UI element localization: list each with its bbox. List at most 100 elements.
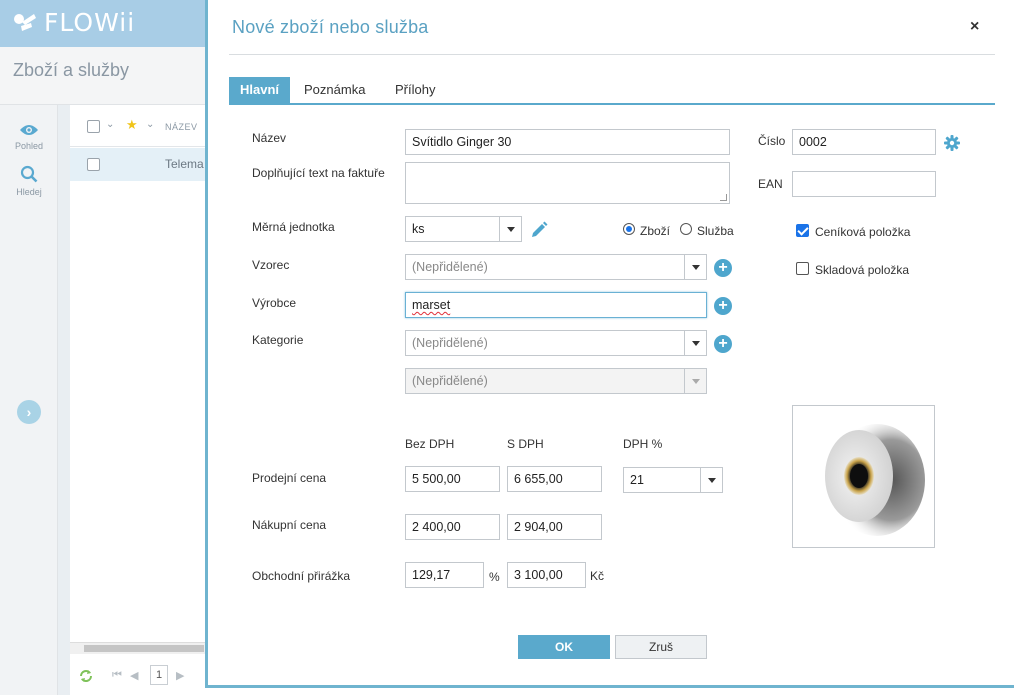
cancel-button[interactable]: Zruš [615, 635, 707, 659]
chevron-down-icon[interactable]: ⌄ [146, 119, 155, 130]
purchase-price-no-vat-input[interactable]: 2 400,00 [405, 514, 500, 540]
name-input[interactable]: Svítidlo Ginger 30 [405, 129, 730, 155]
tab-bar: Hlavní Poznámka Přílohy [229, 77, 995, 105]
close-icon[interactable]: × [970, 18, 979, 36]
star-icon[interactable]: ★ [126, 117, 138, 133]
chevron-down-icon [708, 478, 716, 483]
markup-amount-input[interactable]: 3 100,00 [507, 562, 586, 588]
column-no-vat-header: Bez DPH [405, 437, 455, 451]
chevron-right-icon: › [26, 404, 32, 420]
ok-button[interactable]: OK [518, 635, 610, 659]
rail-item-search[interactable]: Hledej [0, 165, 58, 197]
add-maker-button[interactable]: + [714, 297, 732, 315]
unit-dropdown-button[interactable] [499, 217, 521, 241]
brand-name: FLOWii [44, 8, 136, 37]
maker-input[interactable]: marset [405, 292, 707, 318]
tab-attachments[interactable]: Přílohy [395, 77, 435, 103]
left-rail: Pohled Hledej › [0, 105, 58, 695]
plus-icon: + [718, 259, 728, 276]
chevron-down-icon[interactable]: ⌄ [106, 119, 115, 130]
vat-pct-value: 21 [630, 473, 644, 487]
scrollbar-thumb[interactable] [84, 645, 204, 652]
select-all-checkbox[interactable] [87, 120, 100, 133]
name-label: Název [252, 131, 287, 145]
plus-icon: + [718, 335, 728, 352]
page-title: Zboží a služby [13, 60, 130, 80]
pricelist-item-checkbox[interactable] [796, 224, 809, 237]
column-with-vat-header: S DPH [507, 437, 544, 451]
tab-note[interactable]: Poznámka [304, 77, 365, 103]
product-photo [793, 406, 934, 547]
page-number[interactable]: 1 [150, 665, 168, 685]
vat-pct-dropdown-button[interactable] [700, 468, 722, 492]
next-page-icon[interactable]: ▶ [176, 669, 184, 682]
row-checkbox[interactable] [87, 158, 100, 171]
first-page-icon[interactable]: ⏮ [112, 669, 122, 682]
maker-label: Výrobce [252, 296, 297, 310]
formula-label: Vzorec [252, 258, 290, 272]
stock-item-checkbox[interactable] [796, 262, 809, 275]
type-service-label[interactable]: Služba [697, 224, 734, 238]
refresh-icon[interactable] [78, 668, 94, 684]
chevron-down-icon [692, 265, 700, 270]
divider [229, 54, 995, 55]
category-select[interactable]: (Nepřidělené) [405, 330, 707, 356]
pencil-icon[interactable] [529, 220, 549, 240]
vat-pct-select[interactable]: 21 [623, 467, 723, 493]
markup-currency: Kč [590, 569, 605, 583]
extra-text-label: Doplňující text na faktuře [252, 166, 385, 180]
number-label: Číslo [758, 134, 786, 148]
formula-select[interactable]: (Nepřidělené) [405, 254, 707, 280]
number-input[interactable]: 0002 [792, 129, 936, 155]
column-header-name[interactable]: NÁZEV [165, 122, 198, 132]
subcategory-dropdown-button [684, 369, 706, 393]
add-category-button[interactable]: + [714, 335, 732, 353]
chevron-down-icon [692, 341, 700, 346]
markup-pct-unit: % [489, 570, 500, 584]
stock-item-label[interactable]: Skladová položka [815, 263, 909, 277]
expand-rail-button[interactable]: › [17, 400, 41, 424]
search-icon [20, 165, 38, 183]
previous-page-icon[interactable]: ◀ [130, 669, 138, 682]
rail-item-label: Hledej [16, 187, 42, 197]
sale-price-with-vat-input[interactable]: 6 655,00 [507, 466, 602, 492]
markup-pct-input[interactable]: 129,17 [405, 562, 484, 588]
category-dropdown-button[interactable] [684, 331, 706, 355]
row-name: Telema [165, 157, 204, 171]
purchase-price-with-vat-input[interactable]: 2 904,00 [507, 514, 602, 540]
sale-price-no-vat-input[interactable]: 5 500,00 [405, 466, 500, 492]
subcategory-value: (Nepřidělené) [412, 374, 488, 388]
sale-price-label: Prodejní cena [252, 471, 327, 485]
type-goods-radio[interactable] [623, 223, 635, 235]
column-vat-pct-header: DPH % [623, 437, 663, 451]
product-image[interactable] [792, 405, 935, 548]
dialog-title: Nové zboží nebo služba [232, 17, 429, 37]
purchase-price-label: Nákupní cena [252, 518, 327, 532]
new-item-dialog: Nové zboží nebo služba × Hlavní Poznámka… [205, 0, 1014, 688]
extra-text-textarea[interactable] [405, 162, 730, 204]
category-value: (Nepřidělené) [412, 336, 488, 350]
type-goods-label[interactable]: Zboží [640, 224, 670, 238]
pricelist-item-label[interactable]: Ceníková položka [815, 225, 910, 239]
chevron-down-icon [692, 379, 700, 384]
rail-item-view[interactable]: Pohled [0, 123, 58, 151]
formula-value: (Nepřidělené) [412, 260, 488, 274]
subcategory-select: (Nepřidělené) [405, 368, 707, 394]
type-service-radio[interactable] [680, 223, 692, 235]
add-formula-button[interactable]: + [714, 259, 732, 277]
flowii-logo-icon [14, 13, 36, 31]
formula-dropdown-button[interactable] [684, 255, 706, 279]
chevron-down-icon [507, 227, 515, 232]
unit-select[interactable]: ks [405, 216, 522, 242]
tab-main[interactable]: Hlavní [229, 77, 290, 103]
rail-item-label: Pohled [14, 141, 44, 151]
ean-input[interactable] [792, 171, 936, 197]
unit-value: ks [412, 222, 425, 236]
maker-value: marset [412, 298, 451, 312]
unit-label: Měrná jednotka [252, 220, 335, 234]
category-label: Kategorie [252, 333, 304, 347]
resize-handle[interactable] [720, 194, 727, 201]
eye-icon [20, 125, 38, 135]
brand-logo[interactable]: FLOWii [12, 8, 135, 37]
gear-icon[interactable] [944, 135, 960, 151]
